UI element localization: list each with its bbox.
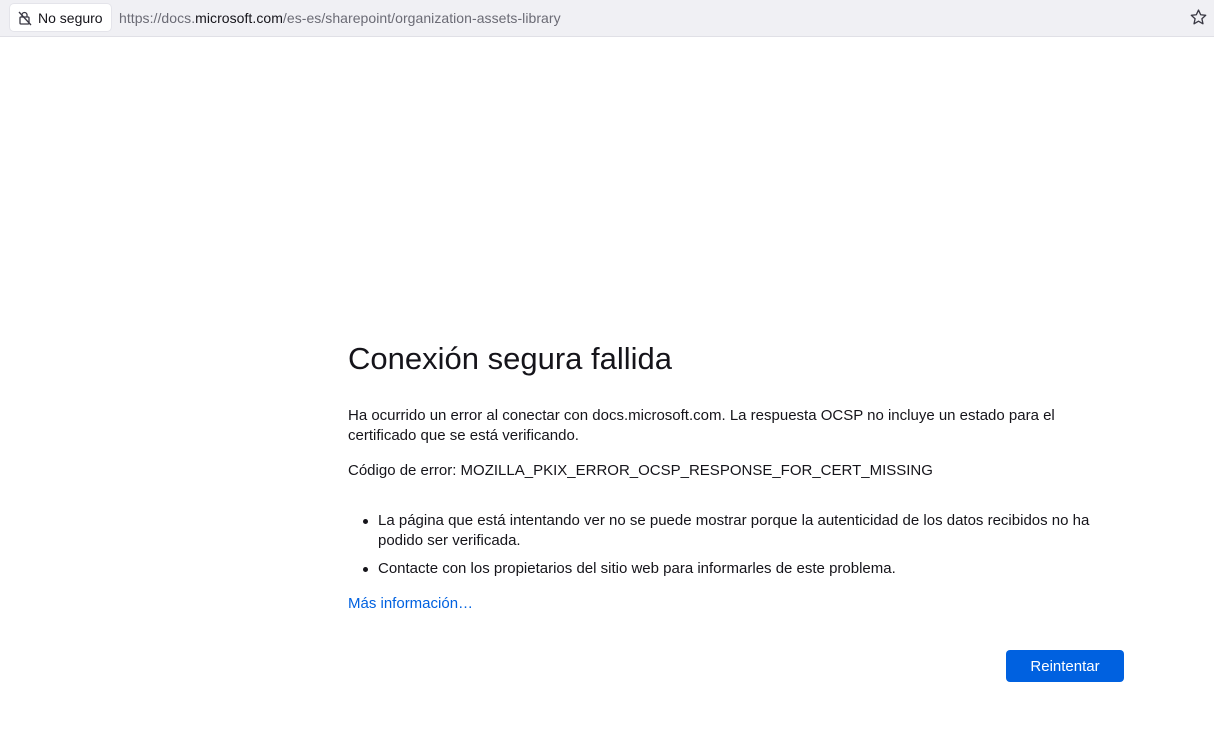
error-suggestions-list: La página que está intentando ver no se … [348,511,1124,587]
bullet-icon [363,519,368,524]
bookmark-star-icon[interactable] [1189,8,1208,27]
list-item: La página que está intentando ver no se … [348,511,1124,551]
url-path: /es-es/sharepoint/organization-assets-li… [282,10,561,26]
site-identity-button[interactable]: No seguro [10,4,111,31]
list-item-text: Contacte con los propietarios del sitio … [378,560,896,577]
url-host: microsoft.com [195,10,283,26]
list-item: Contacte con los propietarios del sitio … [348,559,1124,579]
error-code: Código de error: MOZILLA_PKIX_ERROR_OCSP… [348,462,933,479]
bullet-icon [363,567,368,572]
url-prefix: https://docs. [119,10,196,26]
more-info-link[interactable]: Más información… [348,594,473,614]
insecure-lock-icon [18,11,32,25]
url-bar: No seguro https://docs.microsoft.com/es-… [0,0,1214,37]
identity-label: No seguro [38,9,103,26]
error-title: Conexión segura fallida [348,341,672,376]
url-text[interactable]: https://docs.microsoft.com/es-es/sharepo… [119,10,561,26]
retry-button[interactable]: Reintentar [1006,650,1124,682]
error-description: Ha ocurrido un error al conectar con doc… [348,407,1055,444]
list-item-text: La página que está intentando ver no se … [378,512,1090,549]
